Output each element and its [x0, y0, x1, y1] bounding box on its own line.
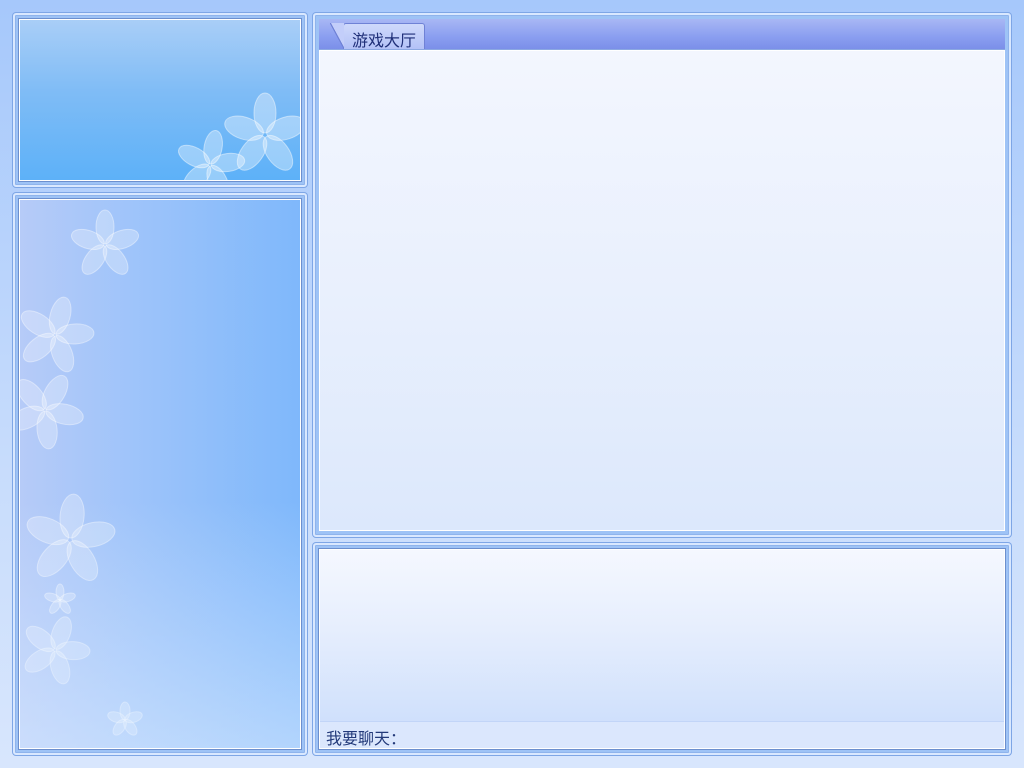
game-list-panel[interactable] [13, 193, 307, 755]
chat-label: 我要聊天： [326, 729, 407, 748]
user-info-panel-body [19, 19, 301, 181]
game-lobby-panel-body: 游戏大厅 [319, 19, 1005, 531]
chat-panel: 我要聊天： [313, 543, 1011, 755]
flower-icon [178, 92, 300, 180]
flower-icon [20, 209, 143, 736]
tab-strip: 游戏大厅 [319, 19, 1005, 50]
game-lobby-panel: 游戏大厅 [313, 13, 1011, 537]
tab-game-lobby-label: 游戏大厅 [352, 31, 417, 50]
game-list-panel-body[interactable] [19, 199, 301, 749]
chat-messages-area[interactable]: 我要聊天： [319, 549, 1005, 749]
user-info-panel [13, 13, 307, 187]
chat-input-bar: 我要聊天： [320, 721, 1004, 748]
chat-input[interactable] [406, 724, 1000, 746]
tab-game-lobby[interactable]: 游戏大厅 [330, 23, 425, 50]
game-lobby-content[interactable] [319, 50, 1005, 531]
